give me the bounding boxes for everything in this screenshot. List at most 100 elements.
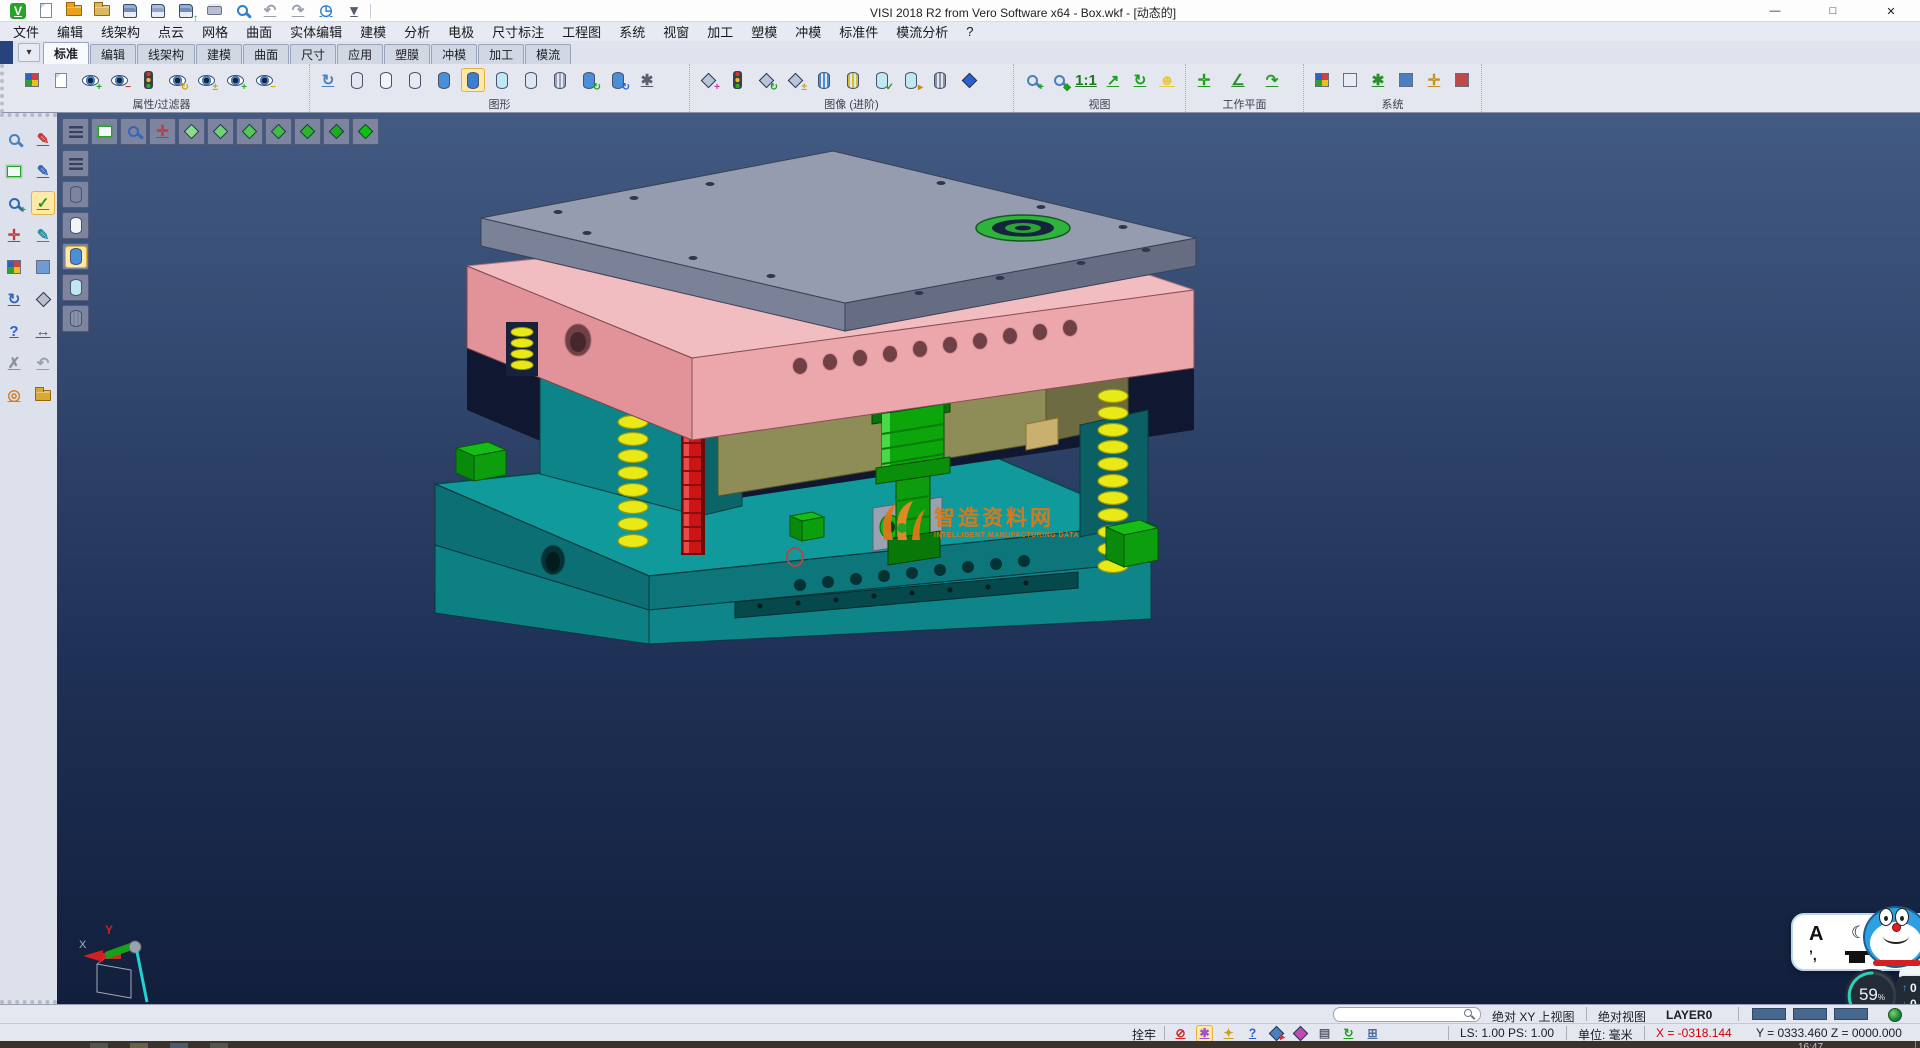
window-tools-icon[interactable] [1394,68,1418,92]
render-wireframe-icon[interactable] [62,181,89,208]
menu-edit[interactable]: 编辑 [48,22,92,41]
menu-standard-parts[interactable]: 标准件 [830,22,887,41]
memory-gauge[interactable]: 59% [1844,968,1900,1004]
cylinder-shaded-edges-icon[interactable] [461,68,485,92]
tab-application[interactable]: 应用 [337,44,383,64]
show-desktop-edge[interactable] [1915,1041,1916,1048]
menu-modeling[interactable]: 建模 [351,22,395,41]
tab-moldflow[interactable]: 模流 [525,44,571,64]
cylinder-wireframe-icon[interactable] [345,68,369,92]
zoom-selected-icon[interactable]: + [2,191,26,215]
axis-triad-icon[interactable]: ✛ [149,118,176,145]
history-icon[interactable]: ◷ [314,0,338,23]
regenerate-icon[interactable]: ↻ [2,287,26,311]
print-icon[interactable] [202,0,226,23]
shield-cube-icon[interactable] [957,68,981,92]
layer-swatch-1[interactable] [1752,1008,1786,1020]
taskbar-app-icon[interactable] [90,1043,108,1048]
zoom-in-icon[interactable]: + [1020,68,1044,92]
confirm-icon[interactable]: ✓ [31,191,55,215]
selection-grid-icon[interactable]: ✛ [1422,68,1446,92]
qa-options-icon[interactable]: ▾ [342,0,366,23]
zoom-previous-icon[interactable] [120,118,147,145]
menu-die[interactable]: 冲模 [786,22,830,41]
menu-mesh[interactable]: 网格 [193,22,237,41]
solid-refresh-icon[interactable]: ↻ [754,68,778,92]
ime-mode-letter[interactable]: A [1809,923,1823,946]
selection-frame-icon[interactable] [2,159,26,183]
project-files-icon[interactable] [31,383,55,407]
filter-refresh-icon[interactable]: ↻ [165,68,189,92]
menu-solid-edit[interactable]: 实体编辑 [281,22,351,41]
taskbar-app-icon[interactable] [170,1043,188,1048]
layer-name-label[interactable]: LAYER0 [1666,1008,1712,1022]
ime-overlay-widget[interactable]: A ☾ ’, [1788,906,1920,1004]
search-input[interactable] [1333,1007,1481,1022]
menu-wireframe[interactable]: 线架构 [92,22,149,41]
copy-solid-icon[interactable]: ▸ [899,68,923,92]
menu-moldflow[interactable]: 模流分析 [887,22,957,41]
export-icon[interactable]: ↑ [174,0,198,23]
view-front-icon[interactable] [207,118,234,145]
maximize-button[interactable]: □ [1804,0,1862,22]
view-iso-icon[interactable] [178,118,205,145]
measure-icon[interactable]: ↔ [31,319,55,343]
system-settings-icon[interactable]: ✱ [1366,68,1390,92]
tab-modeling[interactable]: 建模 [196,44,242,64]
solid-traffic-light-icon[interactable] [725,68,749,92]
menu-surface[interactable]: 曲面 [237,22,281,41]
window-colors-icon[interactable] [1338,68,1362,92]
filter-traffic-light-icon[interactable] [136,68,160,92]
cylinder-flat-icon[interactable] [519,68,543,92]
tab-mold[interactable]: 塑膜 [384,44,430,64]
cylinder-shaded-icon[interactable] [432,68,456,92]
render-transparent-icon[interactable] [62,274,89,301]
cylinder-mesh-icon[interactable] [548,68,572,92]
filter-plus-minus-icon[interactable]: ± [194,68,218,92]
tab-edit[interactable]: 编辑 [90,44,136,64]
entity-info-icon[interactable] [2,127,26,151]
cylinder-regenerate-icon[interactable]: ↻ [577,68,601,92]
cylinder-dashed-icon[interactable] [403,68,427,92]
add-solid-icon[interactable]: + [696,68,720,92]
validate-solid-icon[interactable]: ✓ [870,68,894,92]
menu-drawing[interactable]: 工程图 [553,22,610,41]
view-back-icon[interactable] [236,118,263,145]
change-attributes-icon[interactable] [20,68,44,92]
solid-cube-icon[interactable] [31,287,55,311]
save-icon[interactable] [118,0,142,23]
tab-wireframe[interactable]: 线架构 [137,44,195,64]
view-plane-icon[interactable] [91,118,118,145]
menu-system[interactable]: 系统 [610,22,654,41]
sketch-icon[interactable]: ✎ [31,159,55,183]
solid-plus-minus-icon[interactable]: ± [783,68,807,92]
navigation-wheel-icon[interactable]: ◎ [2,383,26,407]
tab-machining[interactable]: 加工 [478,44,524,64]
view-top-icon[interactable] [323,118,350,145]
export-solid-icon[interactable]: ▸ [1268,1025,1285,1042]
tab-dimension[interactable]: 尺寸 [290,44,336,64]
menu-mold[interactable]: 塑模 [742,22,786,41]
pan-dynamic-icon[interactable]: ↗ [1101,68,1125,92]
cylinder-transparent-icon[interactable] [490,68,514,92]
menu-electrode[interactable]: 电极 [439,22,483,41]
view-left-icon[interactable] [265,118,292,145]
search-icon[interactable] [1464,1009,1472,1017]
close-button[interactable]: ✕ [1862,0,1920,22]
display-settings-icon[interactable]: ✱ [635,68,659,92]
open-file-icon[interactable] [62,0,86,23]
workplane-triad-icon[interactable]: ✛ [1192,68,1216,92]
delete-trash-icon[interactable]: ✗ [2,351,26,375]
layer-swatch-3[interactable] [1834,1008,1868,1020]
pick-filter-icon[interactable]: ✱ [1196,1025,1213,1042]
menu-file[interactable]: 文件 [4,22,48,41]
menu-analysis[interactable]: 分析 [395,22,439,41]
view-right-icon[interactable] [294,118,321,145]
window-layout-icon[interactable] [31,255,55,279]
graphics-viewport[interactable]: ✛ 智造资料网 INTELLIGENT MANUFACTURING DATA X… [57,113,1920,1004]
section-blue-icon[interactable] [812,68,836,92]
workplane-align-icon[interactable]: ∠ [1226,68,1250,92]
view-menu-icon[interactable] [62,118,89,145]
net-speed-panel[interactable]: ↑0K/s ↓0K/s [1896,976,1920,1004]
copy-attributes-icon[interactable] [49,68,73,92]
